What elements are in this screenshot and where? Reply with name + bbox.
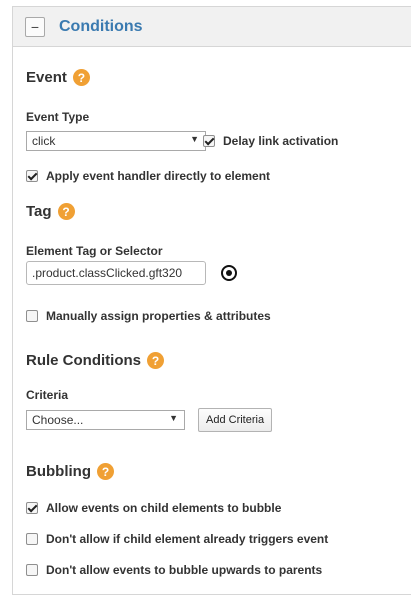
bubbling-option-parents[interactable]: Don't allow events to bubble upwards to … bbox=[26, 563, 322, 577]
rule-conditions-title: Rule Conditions bbox=[26, 352, 141, 369]
tag-title: Tag bbox=[26, 203, 52, 220]
manual-assign-label: Manually assign properties & attributes bbox=[46, 309, 271, 323]
apply-handler-label: Apply event handler directly to element bbox=[46, 169, 271, 183]
bubbling-option-allow[interactable]: Allow events on child elements to bubble bbox=[26, 501, 281, 515]
event-type-select[interactable]: click ▼ bbox=[26, 131, 206, 151]
delay-link-checkbox[interactable] bbox=[203, 135, 215, 147]
target-icon[interactable] bbox=[221, 265, 237, 281]
event-section-title: Event ? bbox=[26, 69, 90, 86]
allow-bubble-label: Allow events on child elements to bubble bbox=[46, 501, 282, 515]
conditions-panel: − Conditions Event ? Event Type click ▼ … bbox=[12, 6, 411, 595]
apply-handler-checkbox[interactable] bbox=[26, 170, 38, 182]
conditions-title: Conditions bbox=[59, 17, 143, 35]
child-triggers-checkbox[interactable] bbox=[26, 533, 38, 545]
bubbling-help-icon[interactable]: ? bbox=[96, 463, 114, 480]
manual-assign-option[interactable]: Manually assign properties & attributes bbox=[26, 309, 271, 323]
event-title: Event bbox=[26, 69, 67, 86]
allow-bubble-checkbox[interactable] bbox=[26, 502, 38, 514]
selector-input[interactable]: .product.classClicked.gft320 bbox=[26, 261, 206, 285]
child-triggers-label: Don't allow if child element already tri… bbox=[46, 532, 329, 546]
collapse-button[interactable]: − bbox=[25, 16, 45, 37]
rule-conditions-help-icon[interactable]: ? bbox=[147, 352, 164, 369]
bubbling-option-child-triggers[interactable]: Don't allow if child element already tri… bbox=[26, 532, 328, 546]
conditions-header: − Conditions bbox=[13, 6, 411, 47]
add-criteria-button[interactable]: Add Criteria bbox=[198, 408, 273, 432]
event-type-label: Event Type bbox=[26, 110, 90, 124]
criteria-label: Criteria bbox=[26, 388, 69, 402]
manual-assign-checkbox[interactable] bbox=[26, 310, 38, 322]
tag-section-title: Tag ? bbox=[26, 203, 75, 220]
event-type-value: click bbox=[32, 134, 56, 148]
criteria-value: Choose... bbox=[32, 413, 84, 427]
bubble-parents-checkbox[interactable] bbox=[26, 564, 38, 576]
bubble-parents-label: Don't allow events to bubble upwards to … bbox=[46, 563, 323, 577]
bubbling-section-title: Bubbling ? bbox=[26, 463, 114, 480]
criteria-select[interactable]: Choose... ▼ bbox=[26, 410, 185, 430]
delay-link-label: Delay link activation bbox=[223, 134, 339, 148]
selector-label: Element Tag or Selector bbox=[26, 244, 163, 258]
tag-help-icon[interactable]: ? bbox=[57, 203, 75, 220]
apply-handler-option[interactable]: Apply event handler directly to element bbox=[26, 169, 270, 183]
selector-input-value: .product.classClicked.gft320 bbox=[32, 266, 183, 280]
rule-conditions-section-title: Rule Conditions ? bbox=[26, 352, 164, 369]
event-help-icon[interactable]: ? bbox=[72, 69, 90, 86]
chevron-down-icon: ▼ bbox=[190, 134, 199, 144]
chevron-down-icon: ▼ bbox=[169, 413, 178, 423]
bubbling-title: Bubbling bbox=[26, 463, 91, 480]
delay-link-activation-option[interactable]: Delay link activation bbox=[203, 134, 338, 148]
